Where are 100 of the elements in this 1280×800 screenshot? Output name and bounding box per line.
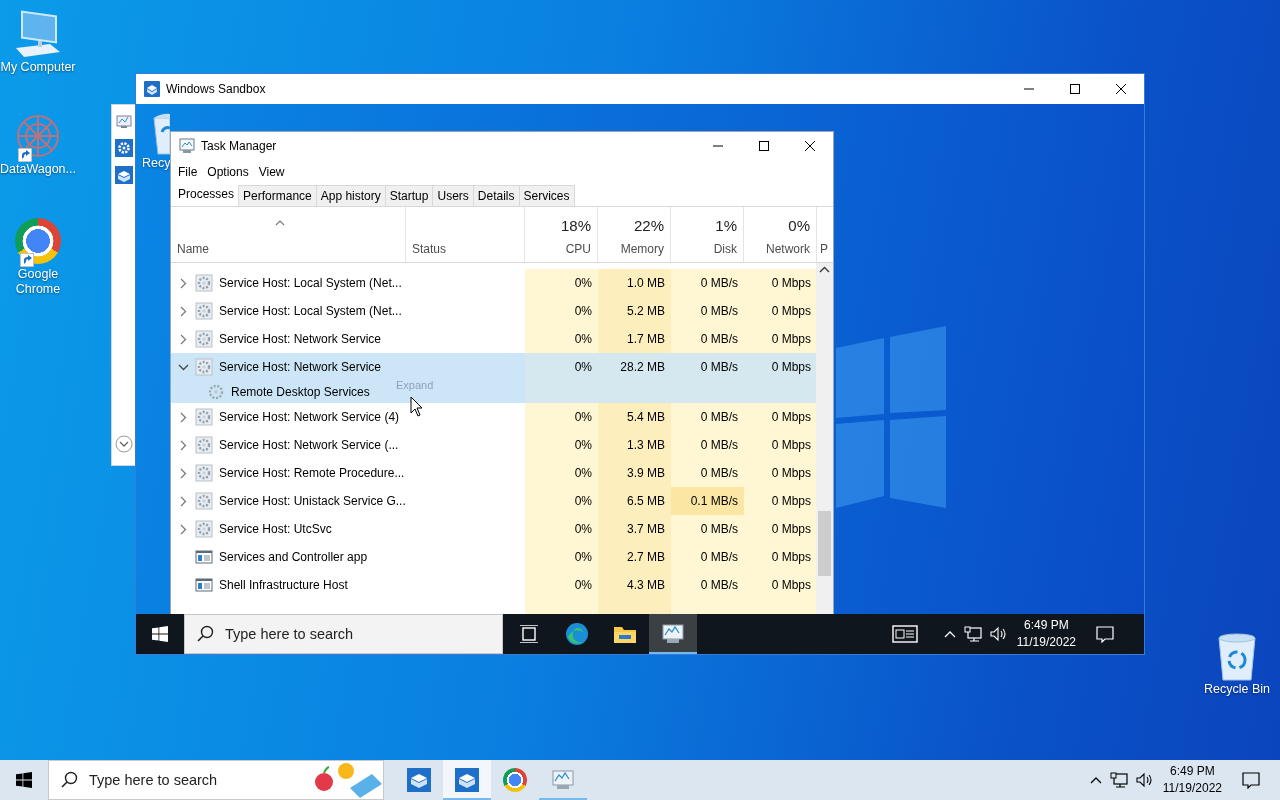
search-field[interactable]: Type here to search [48,760,384,800]
notification-icon [1096,625,1114,643]
table-cell: 3.7 MB [598,515,671,543]
process-row[interactable]: Service Host: Network Service 0% 1.7 MB 0 MB/s 0 Mbps [171,325,816,353]
column-header[interactable]: 18% CPU [525,207,598,262]
network-icon [1109,772,1128,788]
table-cell: 0 MB/s [671,571,744,599]
table-cell: 4.3 MB [598,571,671,599]
process-row[interactable]: Service Host: Unistack Service G... 0% 6.5 MB 0.1 MB/s 0 Mbps [171,487,816,515]
sandbox-icon [455,768,479,792]
scroll-thumb[interactable] [818,511,831,576]
process-row[interactable]: Service Host: Network Service (4) 0% 5.4 MB 0 MB/s 0 Mbps [171,403,816,431]
column-usage: 18% [560,215,591,236]
task-manager-icon [551,768,575,792]
menu-item[interactable]: Options [202,162,254,181]
close-icon[interactable] [1116,84,1126,94]
table-cell: 3.9 MB [598,459,671,487]
scrollbar[interactable] [816,263,833,614]
chrome-icon [503,768,527,792]
table-cell: 5.4 MB [598,403,671,431]
tab[interactable]: Startup [384,185,434,206]
gear-icon [195,274,213,292]
process-row[interactable]: Remote Desktop Services Expand [171,381,816,403]
task-manager-icon [661,622,685,646]
tooltip-text: Expand [396,378,434,393]
chrome-icon [15,218,61,264]
clock[interactable]: 6:49 PM 11/19/2022 [1156,760,1228,800]
table-cell: 0% [525,403,598,431]
table-cell: 0 MB/s [671,515,744,543]
gear-icon [195,436,213,454]
process-name: Service Host: UtcSvc [219,521,332,538]
table-cell: 0 Mbps [744,487,816,515]
process-name: Remote Desktop Services [231,384,370,401]
process-name: Service Host: Unistack Service G... [219,493,406,510]
column-header[interactable]: P [817,207,834,262]
process-row[interactable]: Service Host: Local System (Net... 0% 5.2 MB 0 MB/s 0 Mbps [171,297,816,325]
column-header[interactable]: Name [171,207,406,262]
table-cell: 0 MB/s [671,403,744,431]
column-header[interactable]: Status [406,207,525,262]
table-cell: 0% [525,431,598,459]
tab[interactable]: Details [472,185,520,206]
tab[interactable]: App history [315,185,386,206]
table-cell: 0% [525,269,598,297]
desktop-icon-label[interactable]: Recy [142,156,171,171]
table-cell: 0 Mbps [744,515,816,543]
process-row[interactable]: Service Host: Local System (Net... 0% 1.0 MB 0 MB/s 0 Mbps [171,269,816,297]
application-window-icon [195,576,213,594]
gear-icon [207,383,225,401]
table-cell: 0 Mbps [744,459,816,487]
gear-icon [195,408,213,426]
tab[interactable]: Services [518,185,575,206]
process-row[interactable]: Service Host: UtcSvc 0% 3.7 MB 0 MB/s 0 Mbps [171,515,816,543]
process-row[interactable]: Services and Controller app 0% 2.7 MB 0 MB/s 0 Mbps [171,543,816,571]
table-cell: 0 Mbps [744,297,816,325]
table-cell: 0 MB/s [671,543,744,571]
table-cell: 0% [525,571,598,599]
volume-icon [989,626,1007,642]
search-icon [61,771,78,788]
menu-item[interactable]: View [253,162,290,181]
table-cell: 0 Mbps [744,269,816,297]
column-usage: 22% [633,215,664,236]
search-field[interactable]: Type here to search [184,614,503,654]
process-name: Service Host: Network Service (4) [219,409,400,426]
table-cell: 0 Mbps [744,543,816,571]
process-name: Service Host: Network Service [219,331,382,348]
menu-item[interactable]: File [173,162,203,181]
process-name: Service Host: Local System (Net... [219,275,402,292]
table-cell: 0% [525,487,598,515]
column-header[interactable]: 22% Memory [598,207,671,262]
tab[interactable]: Users [432,185,474,206]
close-icon[interactable] [805,140,815,151]
table-cell: 0 MB/s [671,459,744,487]
table-cell: 0 MB/s [671,297,744,325]
process-name: Services and Controller app [219,549,368,566]
process-row[interactable]: Shell Infrastructure Host 0% 4.3 MB 0 MB/s 0 Mbps [171,571,816,599]
process-row[interactable]: Service Host: Network Service (... 0% 1.3 MB 0 MB/s 0 Mbps [171,431,816,459]
gear-icon [195,464,213,482]
maximize-icon[interactable] [1070,84,1080,94]
process-row[interactable]: Service Host: Network Service 0% 28.2 MB 0 MB/s 0 Mbps [171,353,816,381]
taskbar-app-button[interactable] [649,614,697,654]
column-label: CPU [565,241,591,258]
maximize-icon[interactable] [759,140,769,151]
monitor-icon [115,114,132,130]
table-cell: 1.3 MB [598,431,671,459]
column-usage: 1% [715,215,737,236]
column-header[interactable]: 1% Disk [671,207,744,262]
table-cell: 0% [525,325,598,353]
clock[interactable]: 6:49 PM 11/19/2022 [1010,614,1082,654]
table-cell: 28.2 MB [598,353,671,381]
desktop-icon-label[interactable]: Recycle Bin [1204,682,1270,697]
cursor-icon [410,396,423,417]
process-name: Service Host: Local System (Net... [219,303,402,320]
tab[interactable]: Performance [238,185,317,206]
expand-chevron-icon[interactable] [114,435,133,453]
process-row[interactable]: Service Host: Remote Procedure... 0% 3.9 MB 0 MB/s 0 Mbps [171,459,816,487]
chevron-up-icon [943,629,956,639]
process-name: Shell Infrastructure Host [219,577,348,594]
column-header[interactable]: 0% Network [744,207,817,262]
column-label: P [820,241,829,258]
column-label: Name [177,241,210,258]
